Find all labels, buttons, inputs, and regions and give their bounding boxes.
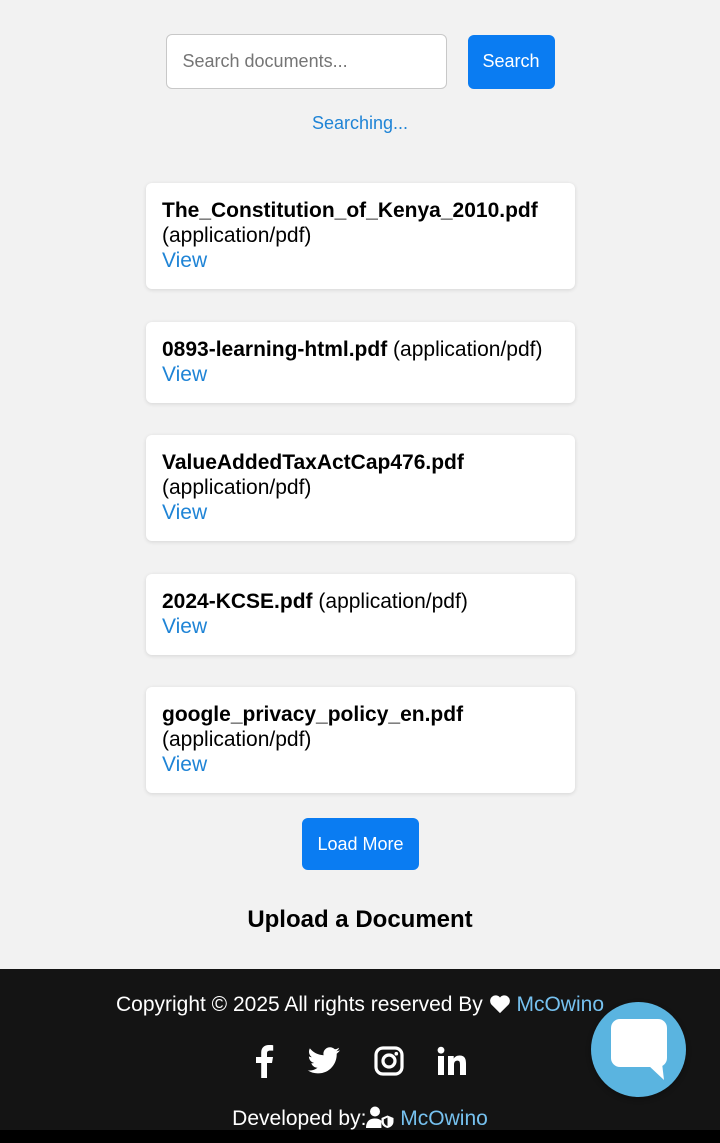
document-type: (application/pdf) xyxy=(162,476,312,499)
view-link[interactable]: View xyxy=(162,614,559,639)
developed-by: Developed by: McOwino xyxy=(0,1106,720,1131)
search-status: Searching... xyxy=(311,113,409,133)
document-name: google_privacy_policy_en.pdf xyxy=(162,703,464,726)
view-link[interactable]: View xyxy=(162,500,559,525)
copyright-text: Copyright © 2025 All rights reserved By xyxy=(115,993,483,1016)
document-card: google_privacy_policy_en.pdf (applicatio… xyxy=(146,687,575,793)
heart-icon xyxy=(489,995,510,1014)
user-shield-icon xyxy=(366,1106,394,1128)
load-more-button[interactable]: Load More xyxy=(302,818,419,870)
instagram-icon[interactable] xyxy=(373,1043,404,1079)
document-name: 2024-KCSE.pdf xyxy=(162,590,313,613)
document-type: (application/pdf) xyxy=(162,224,312,247)
view-link[interactable]: View xyxy=(162,752,559,777)
view-link[interactable]: View xyxy=(162,362,559,387)
bottom-bar xyxy=(0,1130,720,1143)
document-card: The_Constitution_of_Kenya_2010.pdf (appl… xyxy=(146,183,575,289)
document-type: (application/pdf) xyxy=(393,338,543,361)
twitter-icon[interactable] xyxy=(307,1043,341,1079)
document-type: (application/pdf) xyxy=(162,728,312,751)
document-name: 0893-learning-html.pdf xyxy=(162,338,388,361)
document-card: 0893-learning-html.pdf (application/pdf)… xyxy=(146,322,575,403)
view-link[interactable]: View xyxy=(162,248,559,273)
search-bar: Search xyxy=(0,34,720,89)
document-type: (application/pdf) xyxy=(318,590,468,613)
document-card: 2024-KCSE.pdf (application/pdf) View xyxy=(146,574,575,655)
developed-text: Developed by: xyxy=(232,1107,367,1130)
document-card: ValueAddedTaxActCap476.pdf (application/… xyxy=(146,435,575,541)
search-button[interactable]: Search xyxy=(467,34,555,89)
search-input[interactable] xyxy=(165,34,447,89)
upload-heading: Upload a Document xyxy=(247,906,473,933)
linkedin-icon[interactable] xyxy=(437,1043,467,1079)
author-link[interactable]: McOwino xyxy=(516,993,604,1016)
chat-button[interactable] xyxy=(591,1002,686,1097)
document-name: ValueAddedTaxActCap476.pdf xyxy=(162,451,464,474)
document-name: The_Constitution_of_Kenya_2010.pdf xyxy=(162,199,538,222)
facebook-icon[interactable] xyxy=(254,1043,274,1079)
chat-bubble-icon xyxy=(610,1018,667,1080)
developer-link[interactable]: McOwino xyxy=(400,1107,488,1130)
